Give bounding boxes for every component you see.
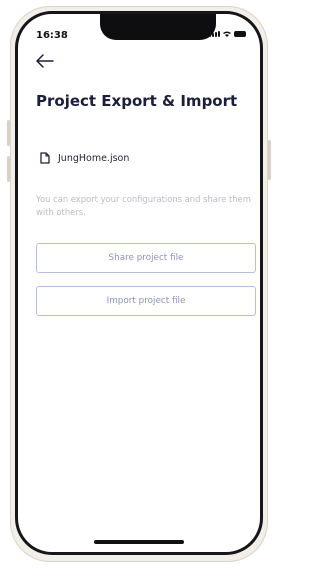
phone-side-button (7, 156, 10, 182)
phone-side-button (7, 120, 10, 146)
status-icons (209, 31, 246, 37)
app-screen: 16:38 Project Export & Import JungHome.j… (18, 14, 260, 552)
signal-icon (209, 31, 220, 37)
home-indicator (94, 540, 184, 544)
status-time: 16:38 (36, 30, 68, 41)
file-icon (40, 152, 50, 164)
notch (100, 14, 216, 40)
share-project-file-button[interactable]: Share project file (36, 243, 256, 273)
description-text: You can export your configurations and s… (36, 194, 251, 217)
phone-side-button (268, 140, 271, 180)
import-project-file-button[interactable]: Import project file (36, 286, 256, 316)
file-row: JungHome.json (40, 152, 129, 164)
page-title: Project Export & Import (36, 92, 238, 110)
wifi-icon (223, 31, 231, 37)
arrow-left-icon[interactable] (34, 50, 56, 72)
file-name: JungHome.json (58, 152, 130, 164)
battery-icon (234, 31, 246, 37)
